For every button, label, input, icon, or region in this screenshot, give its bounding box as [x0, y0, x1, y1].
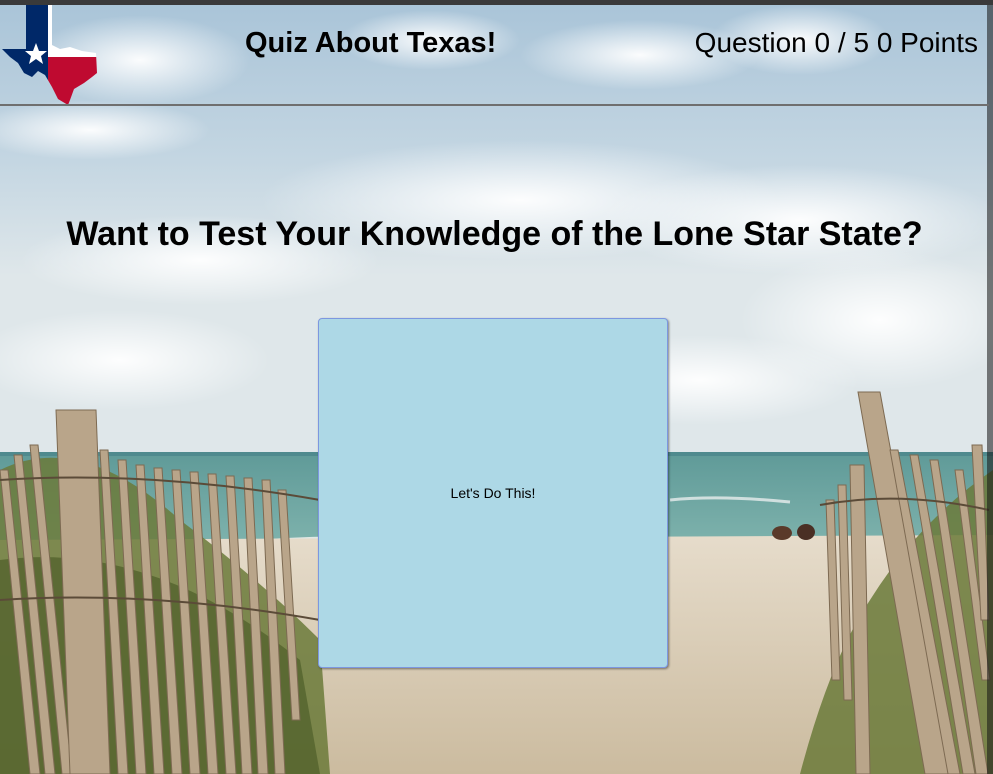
points-value: 0	[876, 27, 893, 58]
header-divider	[0, 104, 989, 106]
points-label: Points	[900, 27, 978, 58]
start-quiz-button[interactable]: Let's Do This!	[318, 318, 668, 668]
texas-flag-map-icon	[0, 5, 100, 105]
question-label: Question	[694, 27, 807, 58]
question-total: 5	[853, 27, 870, 58]
quiz-intro-heading: Want to Test Your Knowledge of the Lone …	[66, 215, 923, 253]
question-current: 0	[814, 27, 831, 58]
quiz-progress: Question 0 / 5 0 Points	[695, 27, 978, 59]
quiz-header: Quiz About Texas! Question 0 / 5 0 Point…	[0, 5, 989, 105]
quiz-title: Quiz About Texas!	[245, 27, 497, 59]
scrollbar[interactable]	[987, 5, 993, 774]
question-separator: /	[837, 27, 846, 58]
